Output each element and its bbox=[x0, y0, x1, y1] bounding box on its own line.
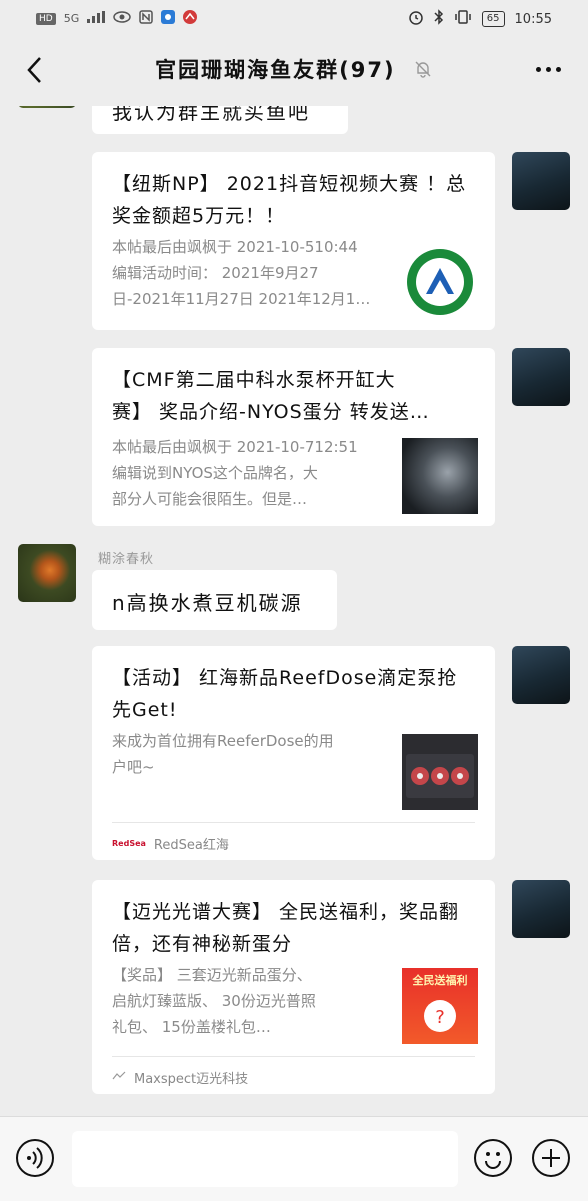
redsea-logo: RedSea bbox=[112, 839, 146, 848]
card-divider bbox=[112, 1056, 475, 1057]
link-card[interactable]: 【纽斯NP】 2021抖音短视频大赛 ！总奖金额超5万元！！ 本帖最后由飒枫于 … bbox=[92, 152, 495, 330]
svg-text:?: ? bbox=[435, 1007, 445, 1028]
card-source-label: Maxspect迈光科技 bbox=[134, 1072, 249, 1087]
app-icon-red bbox=[183, 10, 198, 27]
signal-icon bbox=[87, 11, 106, 26]
thumbnail-giveaway: 全民送福利 ? bbox=[402, 968, 478, 1044]
avatar[interactable] bbox=[512, 348, 570, 406]
emoji-button[interactable] bbox=[474, 1139, 512, 1177]
card-source-label: RedSea红海 bbox=[153, 838, 229, 853]
avatar[interactable] bbox=[18, 106, 76, 108]
bluetooth-icon bbox=[434, 9, 444, 29]
maxspect-logo-icon bbox=[112, 1070, 126, 1085]
card-desc-line: 本帖最后由飒枫于 2021-10-712:51 bbox=[112, 438, 358, 456]
signal-type: 5G bbox=[63, 12, 80, 25]
app-icon-blue bbox=[161, 10, 176, 27]
message-bubble[interactable]: n高换水煮豆机碳源 bbox=[92, 570, 337, 630]
card-divider bbox=[112, 822, 475, 823]
eye-icon bbox=[113, 11, 131, 26]
more-dot bbox=[535, 66, 541, 72]
thumbnail-aquarium-photo bbox=[402, 438, 478, 514]
card-desc-line: 礼包、 15份盖楼礼包… bbox=[112, 1018, 271, 1036]
chat-area[interactable]: 我认为群主就买鱼吧 【纽斯NP】 2021抖音短视频大赛 ！总奖金额超5万元！！… bbox=[0, 106, 588, 1116]
alarm-icon bbox=[408, 9, 424, 29]
hd-badge: HD bbox=[36, 12, 56, 25]
card-title: 【迈光光谱大赛】 全民送福利，奖品翻倍，还有神秘新蛋分 bbox=[112, 901, 460, 955]
plus-icon bbox=[542, 1149, 560, 1167]
thumbnail-dosing-pump bbox=[402, 734, 478, 810]
more-button[interactable] bbox=[530, 54, 566, 84]
message-input[interactable] bbox=[72, 1131, 458, 1187]
voice-button[interactable] bbox=[16, 1139, 54, 1177]
chat-header: 官园珊瑚海鱼友群(97) bbox=[0, 36, 588, 106]
card-desc-line: 来成为首位拥有ReeferDose的用 bbox=[112, 732, 334, 750]
card-desc-line: 编辑活动时间： 2021年9月27 bbox=[112, 264, 319, 282]
card-desc-line: 【奖品】 三套迈光新品蛋分、 bbox=[112, 966, 312, 984]
vibrate-icon bbox=[454, 10, 472, 28]
avatar[interactable] bbox=[512, 646, 570, 704]
more-dot bbox=[545, 66, 551, 72]
sender-name: 糊涂春秋 bbox=[98, 552, 155, 567]
message-text: n高换水煮豆机碳源 bbox=[112, 591, 303, 615]
card-desc-line: 本帖最后由飒枫于 2021-10-510:44 bbox=[112, 238, 358, 256]
chat-title-wrap: 官园珊瑚海鱼友群(97) bbox=[0, 54, 588, 84]
more-dot bbox=[555, 66, 561, 72]
link-card[interactable]: 【CMF第二届中科水泵杯开缸大 赛】 奖品介绍-NYOS蛋分 转发送… 本帖最后… bbox=[92, 348, 495, 526]
input-bar bbox=[0, 1116, 588, 1201]
battery-indicator: 65 bbox=[481, 11, 505, 27]
clock: 10:55 bbox=[514, 11, 552, 27]
chat-title: 官园珊瑚海鱼友群(97) bbox=[155, 58, 396, 82]
message-text: 我认为群主就买鱼吧 bbox=[112, 106, 310, 124]
avatar[interactable] bbox=[512, 152, 570, 210]
card-title: 【活动】 红海新品ReefDose滴定泵抢先Get! bbox=[112, 667, 458, 721]
link-card[interactable]: 【迈光光谱大赛】 全民送福利，奖品翻倍，还有神秘新蛋分 【奖品】 三套迈光新品蛋… bbox=[92, 880, 495, 1094]
card-source: RedSea RedSea红海 bbox=[112, 834, 229, 853]
message-bubble-partial[interactable]: 我认为群主就买鱼吧 bbox=[92, 106, 348, 134]
card-desc-line: 日-2021年11月27日 2021年12月1… bbox=[112, 290, 371, 308]
thumbnail-np-logo bbox=[402, 244, 478, 320]
status-left: HD 5G bbox=[36, 10, 198, 27]
voice-icon bbox=[27, 1147, 43, 1169]
card-title-line2: 赛】 奖品介绍-NYOS蛋分 转发送… bbox=[112, 401, 430, 423]
link-card[interactable]: 【活动】 红海新品ReefDose滴定泵抢先Get! 来成为首位拥有Reefer… bbox=[92, 646, 495, 860]
card-desc-line: 编辑说到NYOS这个品牌名，大 bbox=[112, 464, 318, 482]
more-actions-button[interactable] bbox=[532, 1139, 570, 1177]
card-desc-line: 户吧~ bbox=[112, 758, 155, 776]
card-source: Maxspect迈光科技 bbox=[112, 1068, 248, 1087]
card-title: 【纽斯NP】 2021抖音短视频大赛 ！总奖金额超5万元！！ bbox=[112, 173, 467, 227]
status-right: 65 10:55 bbox=[408, 9, 552, 29]
card-title: 【CMF第二届中科水泵杯开缸大 bbox=[112, 369, 396, 391]
emoji-icon bbox=[485, 1152, 501, 1169]
card-desc-line: 启航灯臻蓝版、 30份迈光普照 bbox=[112, 992, 316, 1010]
avatar[interactable] bbox=[512, 880, 570, 938]
status-bar: HD 5G 65 10:55 bbox=[0, 0, 588, 36]
avatar[interactable] bbox=[18, 544, 76, 602]
nfc-icon bbox=[139, 10, 153, 27]
card-desc-line: 部分人可能会很陌生。但是… bbox=[112, 490, 308, 508]
mute-bell-icon bbox=[413, 59, 433, 84]
